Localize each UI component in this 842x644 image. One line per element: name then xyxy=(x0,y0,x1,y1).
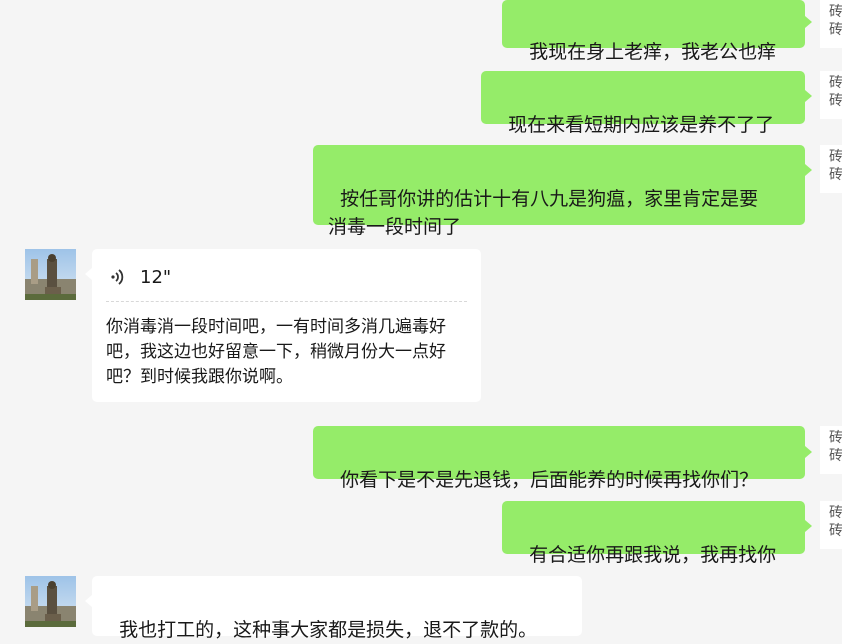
bubble-tail xyxy=(805,90,812,102)
statue-avatar-image xyxy=(25,576,76,627)
avatar-text: 砖 砖 xyxy=(829,75,842,109)
avatar-text: 砖 砖 xyxy=(829,149,842,183)
avatar[interactable]: 砖 砖 xyxy=(820,501,842,549)
avatar[interactable]: 砖 砖 xyxy=(820,0,842,48)
avatar-text: 砖 砖 xyxy=(829,430,842,464)
avatar[interactable] xyxy=(25,576,76,627)
bubble-tail xyxy=(805,520,812,532)
avatar-text: 砖 砖 xyxy=(829,4,842,38)
bubble-tail xyxy=(805,164,812,176)
voice-message[interactable]: 12" 你消毒消一段时间吧，一有时间多消几遍毒好 吧，我这边也好留意一下，稍微月… xyxy=(92,249,481,402)
bubble-tail xyxy=(805,446,812,458)
message-text: 你看下是不是先退钱，后面能养的时候再找你们？ xyxy=(340,469,759,491)
voice-duration: 12" xyxy=(140,266,172,288)
message-bubble-self[interactable]: 你看下是不是先退钱，后面能养的时候再找你们？ xyxy=(313,426,805,491)
voice-header[interactable]: 12" xyxy=(106,263,171,291)
message-bubble-self[interactable]: 现在来看短期内应该是养不了了 xyxy=(481,71,805,136)
bubble-tail xyxy=(85,595,92,607)
avatar[interactable]: 砖 砖 xyxy=(820,145,842,193)
message-text: 我也打工的，这种事大家都是损失，退不了款的。 xyxy=(119,619,538,641)
avatar[interactable] xyxy=(25,249,76,300)
avatar[interactable]: 砖 砖 xyxy=(820,71,842,119)
divider xyxy=(106,301,467,302)
avatar-text: 砖 砖 xyxy=(829,505,842,539)
message-bubble-self[interactable]: 我现在身上老痒，我老公也痒 xyxy=(502,0,805,63)
voice-wave-icon xyxy=(111,269,124,285)
avatar[interactable]: 砖 砖 xyxy=(820,426,842,474)
message-bubble-self[interactable]: 按任哥你讲的估计十有八九是狗瘟，家里肯定是要 消毒一段时间了 xyxy=(313,145,805,238)
message-text: 有合适你再跟我说，我再找你 xyxy=(529,544,777,566)
message-bubble-other[interactable]: 我也打工的，这种事大家都是损失，退不了款的。 xyxy=(92,576,582,641)
message-bubble-self[interactable]: 有合适你再跟我说，我再找你 xyxy=(502,501,805,566)
bubble-tail xyxy=(85,268,92,280)
message-text: 按任哥你讲的估计十有八九是狗瘟，家里肯定是要 消毒一段时间了 xyxy=(328,188,759,238)
bubble-tail xyxy=(805,16,812,28)
voice-transcript: 你消毒消一段时间吧，一有时间多消几遍毒好 吧，我这边也好留意一下，稍微月份大一点… xyxy=(106,317,446,387)
message-text: 我现在身上老痒，我老公也痒 xyxy=(529,41,777,63)
message-text: 现在来看短期内应该是养不了了 xyxy=(508,114,775,136)
statue-avatar-image xyxy=(25,249,76,300)
